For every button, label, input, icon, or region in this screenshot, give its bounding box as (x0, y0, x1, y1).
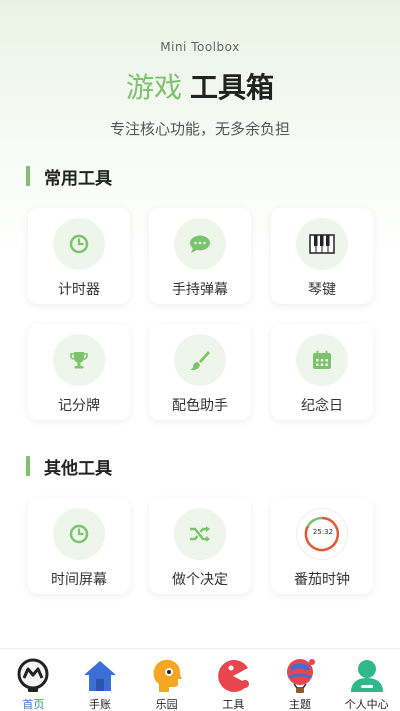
tool-label: 做个决定 (172, 572, 228, 588)
page-title: 游戏 工具箱 (0, 66, 400, 106)
pomodoro-timer-icon: 25:32 (296, 508, 348, 560)
section-title: 其他工具 (44, 458, 112, 479)
head-icon (148, 657, 186, 695)
clock-icon (53, 218, 105, 270)
trophy-icon (53, 334, 105, 386)
tool-label: 记分牌 (58, 398, 100, 414)
pomodoro-time-display: 25:32 (312, 528, 334, 536)
tab-label: 首页 (22, 698, 45, 711)
title-main: 工具箱 (190, 71, 275, 104)
section-header-other: 其他工具 (26, 455, 112, 479)
tool-card-color-helper[interactable]: 配色助手 (149, 324, 251, 420)
tab-profile[interactable]: 个人中心 (333, 649, 400, 711)
tool-label: 琴键 (308, 282, 336, 298)
section-header-common: 常用工具 (26, 165, 112, 189)
tool-label: 计时器 (58, 282, 100, 298)
tab-home[interactable]: 首页 (0, 649, 67, 711)
tab-theme[interactable]: 主题 (267, 649, 334, 711)
tool-card-anniversary[interactable]: 纪念日 (271, 324, 373, 420)
tool-label: 时间屏幕 (51, 572, 107, 588)
shuffle-icon (174, 508, 226, 560)
section-accent-bar (26, 166, 30, 186)
tab-label: 主题 (289, 698, 312, 711)
home-lamp-icon (14, 657, 52, 695)
clock-icon (53, 508, 105, 560)
tab-label: 个人中心 (344, 698, 389, 711)
calendar-icon (296, 334, 348, 386)
tool-label: 纪念日 (301, 398, 343, 414)
tool-card-make-decision[interactable]: 做个决定 (149, 498, 251, 594)
pacman-icon (214, 657, 252, 695)
tool-card-pomodoro[interactable]: 25:32 番茄时钟 (271, 498, 373, 594)
house-icon (81, 657, 119, 695)
tab-label: 工具 (222, 698, 245, 711)
hot-air-balloon-icon (281, 657, 319, 695)
tab-label: 手账 (89, 698, 111, 711)
tool-card-piano[interactable]: 琴键 (271, 208, 373, 304)
tool-card-timer[interactable]: 计时器 (28, 208, 130, 304)
chat-bubble-icon (174, 218, 226, 270)
tab-journal[interactable]: 手账 (67, 649, 134, 711)
tool-card-handheld-danmaku[interactable]: 手持弹幕 (149, 208, 251, 304)
tool-label: 手持弹幕 (172, 282, 228, 298)
app-subtitle: Mini Toolbox (160, 40, 240, 54)
tool-card-scoreboard[interactable]: 记分牌 (28, 324, 130, 420)
title-accent: 游戏 (125, 71, 182, 104)
hero-header: Mini Toolbox 游戏 工具箱 专注核心功能，无多余负担 (0, 0, 400, 150)
piano-keys-icon (296, 218, 348, 270)
section-accent-bar (26, 456, 30, 476)
paintbrush-icon (174, 334, 226, 386)
tab-tools[interactable]: 工具 (200, 649, 267, 711)
user-icon (348, 657, 386, 695)
tab-label: 乐园 (155, 698, 178, 711)
section-title: 常用工具 (44, 168, 112, 189)
tagline: 专注核心功能，无多余负担 (109, 120, 290, 138)
tool-label: 番茄时钟 (294, 572, 350, 588)
tool-card-time-screen[interactable]: 时间屏幕 (28, 498, 130, 594)
bottom-tab-bar: 首页 手账 乐园 工具 主题 个人中心 (0, 648, 400, 711)
tab-playground[interactable]: 乐园 (133, 649, 200, 711)
tool-label: 配色助手 (172, 398, 228, 414)
